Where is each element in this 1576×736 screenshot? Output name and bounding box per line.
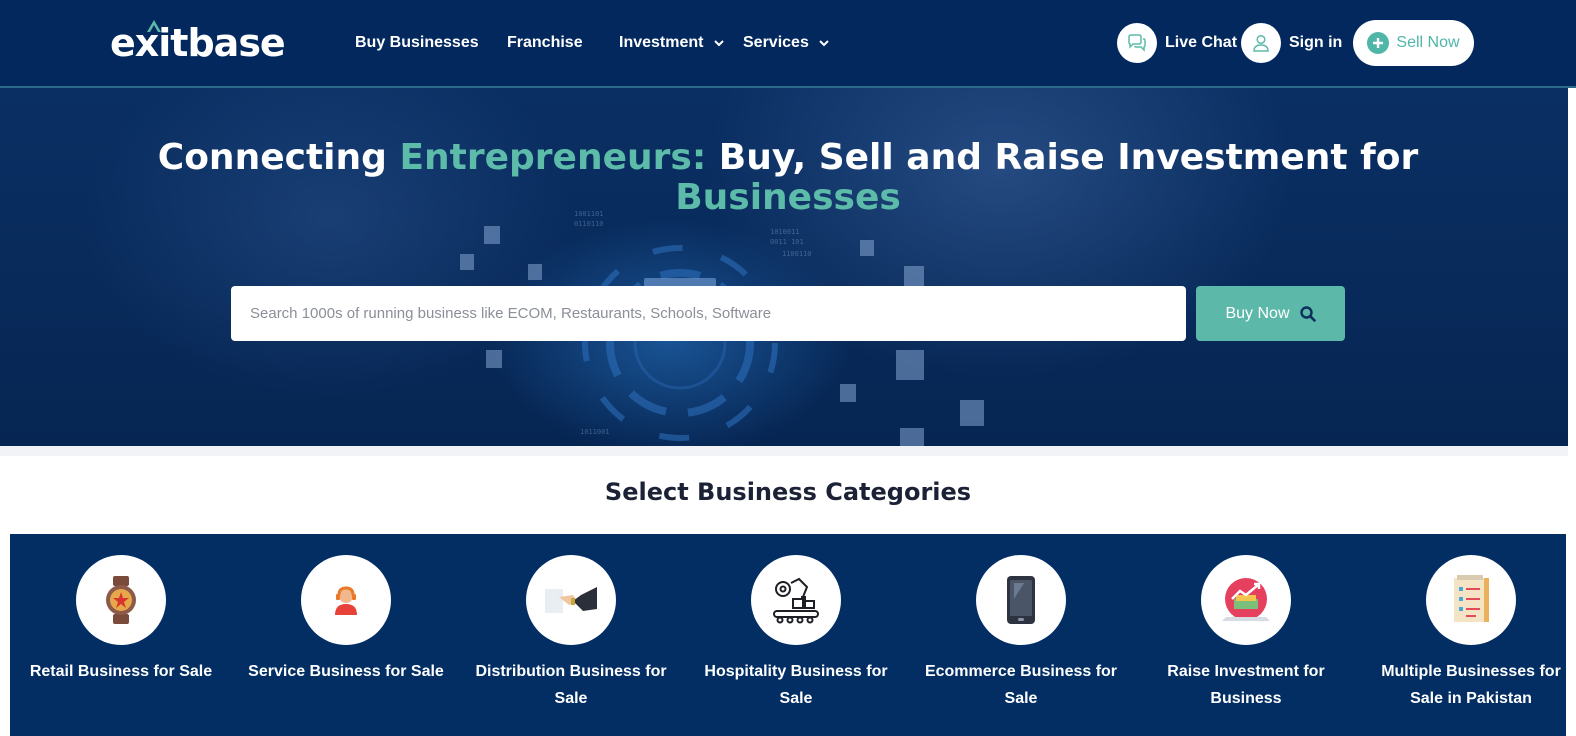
- sign-in-label: Sign in: [1289, 34, 1343, 51]
- plus-icon: [1367, 32, 1390, 54]
- hero-title: Connecting Entrepreneurs: Buy, Sell and …: [0, 138, 1568, 218]
- category-icon-wrap: [1201, 555, 1291, 645]
- live-chat-label: Live Chat: [1165, 34, 1238, 51]
- category-label: Retail Business for Sale: [29, 663, 213, 680]
- nav-investment[interactable]: Investment: [619, 31, 724, 55]
- hero-title-part1: Connecting: [157, 137, 400, 178]
- nav-label: Investment: [619, 34, 704, 51]
- logo-arrow-icon: [147, 20, 161, 32]
- search-icon: [1299, 305, 1316, 322]
- svg-text:0110110: 0110110: [574, 220, 604, 228]
- nav-services[interactable]: Services: [743, 31, 830, 55]
- exitbase-logo[interactable]: exitbase: [110, 18, 286, 68]
- hero-title-part2: Buy, Sell and Raise Investment for: [706, 137, 1419, 178]
- svg-text:1011001: 1011001: [580, 428, 610, 436]
- category-ecommerce[interactable]: Ecommerce Business for Sale: [921, 534, 1121, 712]
- logo-text: exitbase: [110, 21, 286, 65]
- hero-section: 1001101 0110110 1010011 0011 101 1100110 10…: [0, 88, 1568, 446]
- support-agent-icon: [335, 586, 357, 615]
- category-icon-wrap: [301, 555, 391, 645]
- robot-arm-conveyor-icon: [773, 577, 819, 624]
- category-label: Ecommerce Business for Sale: [924, 663, 1118, 707]
- svg-text:0011 101: 0011 101: [770, 238, 804, 246]
- handshake-icon: [545, 587, 597, 613]
- category-label: Service Business for Sale: [248, 663, 444, 680]
- nav-label: Buy Businesses: [355, 34, 479, 51]
- category-label: Distribution Business for Sale: [475, 663, 667, 707]
- nav-label: Franchise: [507, 34, 583, 51]
- hero-title-highlight1: Entrepreneurs:: [399, 137, 707, 178]
- business-search-input[interactable]: [231, 286, 1186, 341]
- category-label: Multiple Businesses for Sale in Pakistan: [1381, 663, 1561, 707]
- buy-now-button[interactable]: Buy Now: [1196, 286, 1345, 341]
- smartphone-icon: [1007, 576, 1035, 624]
- category-raise-investment[interactable]: Raise Investment for Business: [1146, 534, 1346, 712]
- site-header: exitbase Buy Businesses Franchise Invest…: [0, 0, 1576, 88]
- categories-strip: Retail Business for Sale Service Busines…: [10, 534, 1566, 736]
- svg-text:1100110: 1100110: [782, 250, 812, 258]
- category-icon-wrap: [751, 555, 841, 645]
- category-distribution[interactable]: Distribution Business for Sale: [471, 534, 671, 712]
- chat-bubble-icon: [1117, 23, 1157, 63]
- categories-title: Select Business Categories: [604, 478, 972, 506]
- category-service[interactable]: Service Business for Sale: [246, 534, 446, 685]
- category-icon-wrap: [1426, 555, 1516, 645]
- category-icon-wrap: [76, 555, 166, 645]
- sell-now-label: Sell Now: [1396, 34, 1460, 51]
- chevron-down-icon: [714, 40, 724, 47]
- category-label: Raise Investment for Business: [1167, 663, 1325, 707]
- section-divider: [0, 446, 1568, 456]
- watch-badge-icon: [106, 576, 136, 624]
- buy-now-label: Buy Now: [1225, 304, 1290, 322]
- user-icon: [1241, 23, 1281, 63]
- category-retail[interactable]: Retail Business for Sale: [21, 534, 221, 685]
- category-icon-wrap: [526, 555, 616, 645]
- svg-text:1010011: 1010011: [770, 228, 800, 236]
- category-hospitality[interactable]: Hospitality Business for Sale: [696, 534, 896, 712]
- nav-buy-businesses[interactable]: Buy Businesses: [355, 31, 479, 55]
- live-chat-button[interactable]: Live Chat: [1117, 23, 1237, 63]
- checklist-icon: [1454, 575, 1489, 622]
- growth-money-icon: [1222, 578, 1270, 621]
- category-label: Hospitality Business for Sale: [704, 663, 888, 707]
- sign-in-button[interactable]: Sign in: [1241, 23, 1342, 63]
- category-multiple-businesses[interactable]: Multiple Businesses for Sale in Pakistan: [1371, 534, 1571, 712]
- sell-now-button[interactable]: Sell Now: [1353, 20, 1474, 66]
- nav-label: Services: [743, 34, 809, 51]
- chevron-down-icon: [819, 40, 830, 47]
- hero-title-highlight2: Businesses: [675, 177, 901, 218]
- nav-franchise[interactable]: Franchise: [507, 31, 583, 55]
- category-icon-wrap: [976, 555, 1066, 645]
